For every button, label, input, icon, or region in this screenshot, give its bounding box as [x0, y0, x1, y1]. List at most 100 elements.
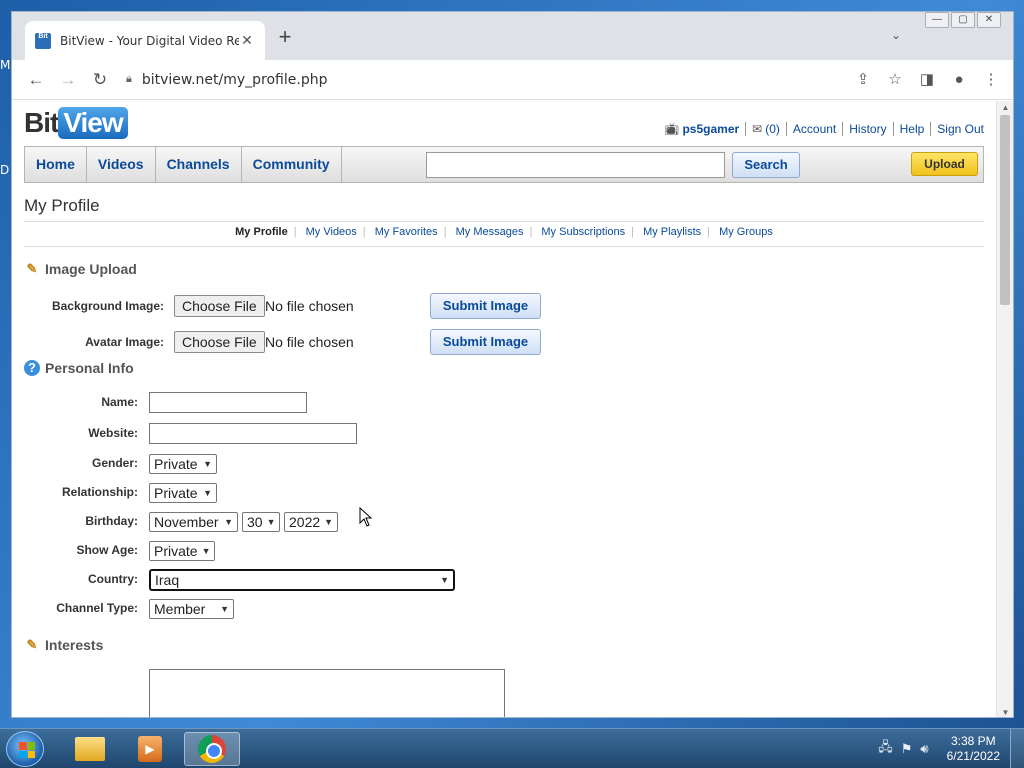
country-label: Country:	[88, 572, 138, 586]
website-input[interactable]	[149, 423, 357, 444]
subnav-my-videos[interactable]: My Videos	[306, 226, 357, 238]
tab-strip: Bit BitView - Your Digital Video Repo ✕ …	[12, 12, 1013, 60]
avatar-choose-file-button[interactable]: Choose File	[174, 331, 265, 353]
nav-channels[interactable]: Channels	[156, 147, 242, 182]
name-input[interactable]	[149, 392, 307, 413]
nav-community[interactable]: Community	[242, 147, 342, 182]
upload-button[interactable]: Upload	[911, 152, 978, 176]
chevron-down-icon: ▼	[324, 517, 334, 527]
taskbar-chrome[interactable]	[184, 732, 240, 766]
page-viewport: Bit View 📺︎ ps5gamer ✉ (0) Account Histo…	[12, 101, 998, 717]
divider: |	[362, 226, 366, 238]
birthday-day-select[interactable]: 30 ▼	[242, 512, 280, 532]
subnav-my-messages[interactable]: My Messages	[456, 226, 524, 238]
more-menu-icon[interactable]: ⋮	[979, 66, 1003, 94]
nav-home[interactable]: Home	[25, 147, 87, 182]
help-link[interactable]: Help	[900, 122, 925, 136]
volume-icon[interactable]: 🔊︎	[920, 741, 928, 757]
lock-icon[interactable]: 🔒︎	[126, 73, 132, 86]
account-link[interactable]: Account	[793, 122, 836, 136]
gender-value: Private	[154, 456, 198, 472]
avatar-image-label: Avatar Image:	[85, 335, 164, 349]
share-icon[interactable]: ⇪	[851, 66, 875, 94]
browser-toolbar: ← → ↻ 🔒︎ bitview.net/my_profile.php ⇪ ☆ …	[12, 60, 1013, 100]
maximize-icon[interactable]: ▢	[951, 12, 975, 28]
window-controls: — ▢ ✕	[925, 12, 1001, 28]
show-age-select[interactable]: Private ▼	[149, 541, 215, 561]
clock-time: 3:38 PM	[950, 734, 996, 748]
envelope-icon[interactable]: ✉	[752, 122, 762, 136]
close-window-icon[interactable]: ✕	[977, 12, 1001, 28]
taskbar-file-explorer[interactable]	[62, 732, 118, 766]
chevron-down-icon: ▼	[224, 517, 233, 527]
nav-videos[interactable]: Videos	[87, 147, 156, 182]
tab-search-chevron-icon[interactable]: ⌄	[891, 28, 901, 42]
section-title: Personal Info	[45, 360, 134, 376]
browser-window: Bit BitView - Your Digital Video Repo ✕ …	[11, 11, 1014, 718]
taskbar-media-player[interactable]: ▶	[122, 732, 178, 766]
mouse-cursor-icon	[359, 507, 373, 527]
birthday-month-select[interactable]: November ▼	[149, 512, 238, 532]
user-links: 📺︎ ps5gamer ✉ (0) Account History Help S…	[664, 122, 984, 136]
page-scrollbar[interactable]: ▲ ▼	[996, 101, 1013, 717]
gender-select[interactable]: Private ▼	[149, 454, 217, 474]
country-select[interactable]: Iraq ▼	[149, 569, 455, 591]
subnav-my-groups[interactable]: My Groups	[719, 226, 773, 238]
back-arrow-icon[interactable]: ←	[22, 66, 50, 94]
reload-icon[interactable]: ↻	[86, 66, 114, 94]
subnav-my-playlists[interactable]: My Playlists	[643, 226, 701, 238]
divider	[892, 122, 894, 136]
address-bar[interactable]: 🔒︎ bitview.net/my_profile.php	[126, 65, 846, 95]
birthday-year-select[interactable]: 2022 ▼	[284, 512, 338, 532]
username-link[interactable]: ps5gamer	[682, 122, 739, 136]
sign-out-link[interactable]: Sign Out	[937, 122, 984, 136]
minimize-icon[interactable]: —	[925, 12, 949, 28]
scrollbar-thumb[interactable]	[1000, 115, 1010, 305]
birthday-label: Birthday:	[85, 514, 138, 528]
show-desktop-button[interactable]	[1010, 729, 1024, 768]
url-text[interactable]: bitview.net/my_profile.php	[142, 72, 328, 88]
tab-bitview[interactable]: Bit BitView - Your Digital Video Repo ✕	[25, 21, 265, 60]
divider	[24, 221, 984, 222]
search-button[interactable]: Search	[732, 152, 800, 178]
new-tab-icon[interactable]: +	[274, 26, 296, 48]
background-choose-file-button[interactable]: Choose File	[174, 295, 265, 317]
show-age-label: Show Age:	[76, 543, 138, 557]
media-player-icon: ▶	[138, 736, 162, 762]
chrome-icon	[198, 735, 226, 763]
messages-count-link[interactable]: (0)	[765, 122, 780, 136]
clock-date: 6/21/2022	[946, 749, 1000, 763]
channel-type-select[interactable]: Member ▼	[149, 599, 234, 619]
interests-heading: ✎ Interests	[24, 637, 104, 653]
country-value: Iraq	[155, 572, 180, 588]
divider	[745, 122, 747, 136]
name-label: Name:	[101, 395, 138, 409]
avatar-submit-image-button[interactable]: Submit Image	[430, 329, 541, 355]
subnav-my-profile[interactable]: My Profile	[235, 226, 288, 238]
clock[interactable]: 3:38 PM 6/21/2022	[947, 734, 1000, 764]
channel-type-value: Member	[154, 601, 206, 617]
action-center-flag-icon[interactable]: ⚑	[901, 741, 913, 757]
search-input[interactable]	[426, 152, 725, 178]
background-submit-image-button[interactable]: Submit Image	[430, 293, 541, 319]
history-link[interactable]: History	[849, 122, 886, 136]
divider: |	[707, 226, 710, 238]
subnav-my-favorites[interactable]: My Favorites	[375, 226, 438, 238]
chevron-down-icon: ▼	[266, 517, 276, 527]
interests-textarea[interactable]	[149, 669, 505, 717]
info-icon: ?	[24, 360, 40, 376]
scroll-up-icon[interactable]: ▲	[997, 103, 1013, 112]
bookmark-star-icon[interactable]: ☆	[883, 66, 907, 94]
relationship-select[interactable]: Private ▼	[149, 483, 217, 503]
divider	[24, 246, 984, 247]
profile-avatar-icon[interactable]: ●	[947, 66, 971, 94]
network-icon[interactable]: 🖧︎	[878, 738, 893, 760]
forward-arrow-icon[interactable]: →	[54, 66, 82, 94]
start-button[interactable]	[6, 731, 44, 767]
side-panel-icon[interactable]: ◨	[915, 66, 939, 94]
subnav-my-subscriptions[interactable]: My Subscriptions	[541, 226, 625, 238]
scroll-down-icon[interactable]: ▼	[997, 708, 1013, 717]
chevron-down-icon: ▼	[203, 459, 212, 469]
bitview-logo[interactable]: Bit View	[24, 105, 128, 141]
close-tab-icon[interactable]: ✕	[239, 32, 255, 49]
